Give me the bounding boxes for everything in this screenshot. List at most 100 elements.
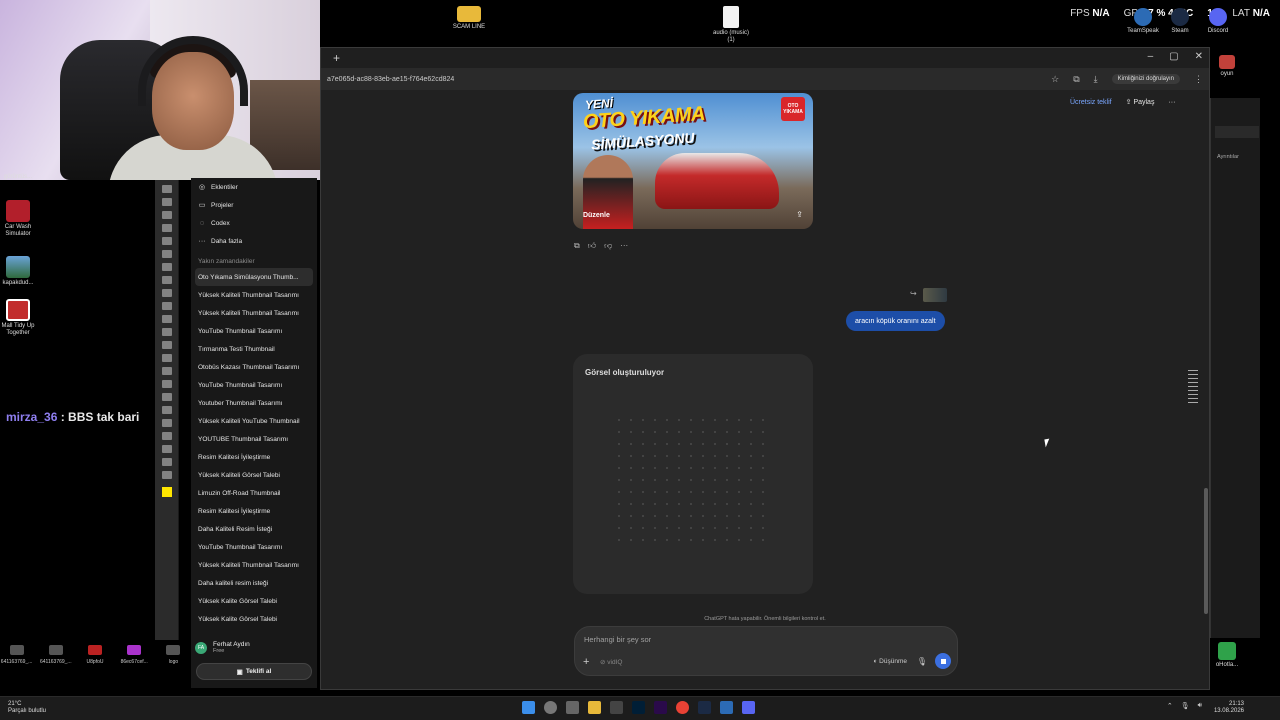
speaker-icon[interactable]: 🔊︎	[1198, 702, 1202, 710]
add-attachment-icon[interactable]: +	[583, 656, 589, 668]
chat-history-item[interactable]: Resim Kalitesi İyileştirme	[191, 502, 317, 520]
maximize-icon[interactable]: ▢	[1169, 51, 1178, 62]
file-explorer-icon[interactable]	[588, 701, 601, 714]
url-field[interactable]: a7e065d-ac88-83eb-ae15-f764e62cd824	[327, 76, 1051, 83]
photoshop-toolbar[interactable]	[155, 180, 179, 640]
sidebar-item-plugins[interactable]: ◎ Eklentiler	[191, 178, 317, 196]
more-options-icon[interactable]: ···	[620, 241, 628, 251]
new-tab-button[interactable]: +	[333, 51, 340, 65]
extensions-icon[interactable]: ⧉	[1073, 74, 1079, 85]
desktop-icon-hotla[interactable]: oHotla...	[1205, 642, 1249, 669]
minimize-icon[interactable]: –	[1148, 51, 1154, 62]
vidiq-tool-chip[interactable]: ⊘ vidIQ	[600, 658, 622, 666]
desktop-file[interactable]: U8pfoU	[78, 645, 111, 665]
chat-history-item[interactable]: YOUTUBE Thumbnail Tasarımı	[191, 430, 317, 448]
background-window: Ayrıntılar	[1210, 98, 1260, 638]
stop-generating-button[interactable]	[935, 653, 951, 669]
app-icon[interactable]	[610, 701, 623, 714]
image-share-icon[interactable]: ⇪	[796, 210, 803, 219]
free-offer-button[interactable]: Ücretsiz teklif	[1070, 99, 1112, 106]
chat-history-item[interactable]: Yüksek Kaliteli Thumbnail Tasarımı	[191, 304, 317, 322]
desktop-file[interactable]: 641163769_...	[0, 645, 33, 665]
chat-history-item[interactable]: YouTube Thumbnail Tasarımı	[191, 538, 317, 556]
chat-history-item[interactable]: YouTube Thumbnail Tasarımı	[191, 322, 317, 340]
chat-history-item[interactable]: Youtuber Thumbnail Tasarımı	[191, 394, 317, 412]
conversation-scroll-marks[interactable]	[1188, 370, 1198, 406]
desktop-icon-screenshot[interactable]: görüntüs...	[0, 174, 40, 181]
scrollbar[interactable]	[1204, 488, 1208, 614]
copy-icon[interactable]: ⧉	[574, 241, 580, 251]
bookmark-star-icon[interactable]: ☆	[1051, 74, 1059, 85]
discord-icon[interactable]	[742, 701, 755, 714]
chevron-up-icon[interactable]: ⌃	[1167, 702, 1173, 710]
generated-thumbnail-image[interactable]: YENİ OTO YIKAMA SİMÜLASYONU OTO YIKAMA D…	[573, 93, 813, 229]
user-message-bubble: aracın köpük oranını azalt	[846, 311, 945, 331]
chat-history-item[interactable]: Yüksek Kaliteli Thumbnail Tasarımı	[191, 556, 317, 574]
sidebar-item-codex[interactable]: ◌ Codex	[191, 214, 317, 232]
chat-history-item[interactable]: Yüksek Kalite Görsel Talebi	[191, 610, 317, 628]
browser-menu-icon[interactable]: ⋮	[1194, 74, 1203, 85]
foreground-color-swatch[interactable]	[161, 487, 172, 497]
prompt-input[interactable]: Herhangi bir şey sor	[584, 635, 651, 644]
desktop-icon-car-wash[interactable]: Car Wash Simulator	[0, 200, 40, 238]
chat-header-actions: Ücretsiz teklif ⇪ Paylaş ···	[1070, 98, 1175, 107]
attached-image[interactable]	[923, 288, 947, 302]
chat-sidebar: ◎ Eklentiler ▭ Projeler ◌ Codex ··· Daha faz…	[191, 178, 317, 688]
chat-history-item[interactable]: Resim Kalitesi İyileştirme	[191, 448, 317, 466]
chat-history-item[interactable]: Daha Kaliteli Resim İsteği	[191, 520, 317, 538]
recent-section-title: Yakın zamandakiler	[198, 258, 255, 265]
search-field[interactable]	[1215, 126, 1259, 138]
sidebar-item-more[interactable]: ··· Daha fazla	[191, 232, 317, 250]
chat-username: mirza_36	[6, 410, 58, 424]
share-button[interactable]: ⇪ Paylaş	[1126, 98, 1155, 106]
user-profile[interactable]: FA Ferhat Aydın Free	[195, 641, 250, 654]
chat-history-item[interactable]: Yüksek Kaliteli YouTube Thumbnail	[191, 412, 317, 430]
chat-history-item[interactable]: Yüksek Kaliteli Thumbnail Tasarımı	[191, 286, 317, 304]
disclaimer-text: ChatGPT hata yapabilir. Önemli bilgileri…	[704, 616, 826, 622]
upgrade-button[interactable]: ▣ Teklifi al	[196, 663, 312, 680]
thinking-toggle[interactable]: ◐ Düşünme	[873, 658, 907, 665]
network-app-icon[interactable]	[720, 701, 733, 714]
chat-history-item[interactable]: Tırmanma Testi Thumbnail	[191, 340, 317, 358]
chrome-icon[interactable]	[676, 701, 689, 714]
chat-history-item[interactable]: Yüksek Kaliteli Görsel Talebi	[191, 466, 317, 484]
chat-history-item[interactable]: Limuzin Off-Road Thumbnail	[191, 484, 317, 502]
start-icon[interactable]	[522, 701, 535, 714]
chat-history-item[interactable]: Otobüs Kazası Thumbnail Tasarımı	[191, 358, 317, 376]
window-controls: – ▢ ✕	[1148, 51, 1203, 62]
microphone-icon[interactable]: 🎙︎	[917, 657, 927, 666]
desktop-icon-kapak[interactable]: kapakdud...	[0, 256, 40, 287]
microphone-icon[interactable]: 🎙︎	[1181, 702, 1190, 710]
verify-identity-button[interactable]: Kimliğinizi doğrulayın	[1111, 74, 1180, 84]
premiere-icon[interactable]	[654, 701, 667, 714]
chat-text: : BBS tak bari	[57, 410, 140, 424]
chat-history-item[interactable]: Oto Yıkama Simülasyonu Thumb...	[195, 268, 313, 286]
desktop-icon-discord[interactable]: Discord	[1196, 8, 1240, 35]
search-icon[interactable]	[544, 701, 557, 714]
message-composer[interactable]: Herhangi bir şey sor + ⊘ vidIQ ◐ Düşünme…	[574, 626, 958, 676]
steam-icon[interactable]	[698, 701, 711, 714]
chat-history-item[interactable]: Yüksek Kalite Görsel Talebi	[191, 592, 317, 610]
chat-history-item[interactable]: YouTube Thumbnail Tasarımı	[191, 376, 317, 394]
desktop-icon-audio[interactable]: audio (music) (1)	[709, 6, 753, 44]
task-view-icon[interactable]	[566, 701, 579, 714]
download-icon[interactable]: ⤓	[1094, 74, 1098, 85]
thumbs-down-icon[interactable]: 👎︎	[604, 241, 612, 251]
conversation-menu-icon[interactable]: ···	[1168, 99, 1175, 106]
desktop-file[interactable]: 641163769_...	[39, 645, 72, 665]
edit-image-button[interactable]: Düzenle	[583, 212, 610, 219]
desktop-icon-mall-tidy[interactable]: Mall Tidy Up Together	[0, 299, 40, 337]
details-label: Ayrıntılar	[1217, 154, 1239, 160]
desktop-file[interactable]: 86ec67cef...	[118, 645, 151, 665]
desktop-icon-oyun[interactable]: oyun	[1205, 55, 1249, 78]
desktop-file[interactable]: logo	[157, 645, 190, 665]
weather-widget[interactable]: 21°C Parçalı bulutlu	[8, 701, 46, 715]
desktop-icon-scam-line[interactable]: SCAM LINE	[447, 6, 491, 31]
stop-icon	[940, 658, 946, 664]
chat-history-item[interactable]: Daha kaliteli resim isteği	[191, 574, 317, 592]
sidebar-item-projects[interactable]: ▭ Projeler	[191, 196, 317, 214]
clock[interactable]: 21:13 13.08.2026	[1214, 701, 1244, 715]
close-icon[interactable]: ✕	[1195, 51, 1203, 62]
thumbs-up-icon[interactable]: 👍︎	[588, 241, 596, 251]
photoshop-icon[interactable]	[632, 701, 645, 714]
